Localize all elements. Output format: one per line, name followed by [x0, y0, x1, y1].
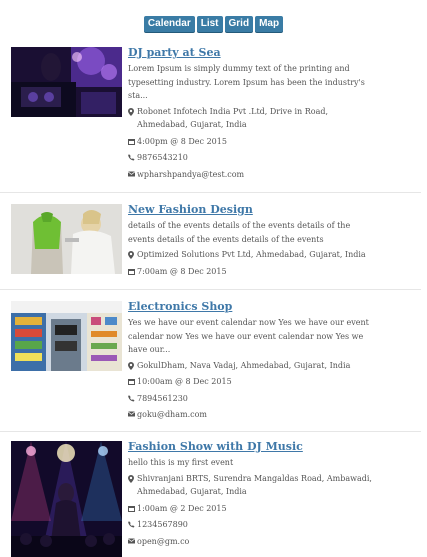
- event-title[interactable]: New Fashion Design: [128, 202, 378, 217]
- tab-map[interactable]: Map: [255, 16, 284, 32]
- event-info: DJ party at Sea Lorem Ipsum is simply du…: [128, 45, 378, 184]
- event-title[interactable]: Electronics Shop: [128, 299, 378, 314]
- calendar-icon: [128, 375, 135, 385]
- calendar-icon: [128, 502, 135, 512]
- event-thumbnail[interactable]: [11, 204, 122, 274]
- event-phone: 7894561230: [137, 393, 188, 403]
- phone-icon: [128, 518, 135, 528]
- calendar-icon: [128, 135, 135, 145]
- event-address-row: Robonet Infotech India Pvt .Ltd, Drive i…: [128, 105, 378, 132]
- event-email[interactable]: goku@dham.com: [137, 408, 207, 422]
- event-info: New Fashion Design details of the events…: [128, 202, 378, 281]
- tab-list[interactable]: List: [196, 16, 223, 32]
- event-description: hello this is my first event: [128, 458, 234, 467]
- event-datetime-row: 7:00am @ 8 Dec 2015: [128, 265, 378, 279]
- event-address: Shivranjani BRTS, Surendra Mangaldas Roa…: [137, 473, 372, 497]
- event-title[interactable]: Fashion Show with DJ Music: [128, 439, 378, 454]
- phone-icon: [128, 151, 135, 161]
- envelope-icon: [128, 168, 135, 177]
- calendar-icon: [128, 265, 135, 275]
- tab-grid[interactable]: Grid: [224, 16, 254, 32]
- event-email-row: wpharshpandya@test.com: [128, 168, 378, 182]
- event-phone: 1234567890: [137, 520, 188, 529]
- event-email[interactable]: open@gm.co: [137, 535, 189, 549]
- event-info: Fashion Show with DJ Music hello this is…: [128, 439, 378, 551]
- event-phone-row: 7894561230: [128, 392, 378, 406]
- electronics-shop-photo: [11, 301, 122, 371]
- event-datetime: 4:00pm @ 8 Dec 2015: [137, 136, 227, 146]
- divider: [0, 289, 421, 290]
- map-marker-icon: [128, 248, 135, 259]
- divider: [0, 192, 421, 193]
- view-tabs: Calendar List Grid Map: [0, 16, 427, 32]
- event-datetime-row: 1:00am @ 2 Dec 2015: [128, 502, 378, 516]
- event-email-row: open@gm.co: [128, 535, 378, 549]
- fashion-design-photo: [11, 204, 122, 274]
- phone-icon: [128, 392, 135, 402]
- event-address-row: Optimized Solutions Pvt Ltd, Ahmedabad, …: [128, 248, 378, 262]
- event-info: Electronics Shop Yes we have our event c…: [128, 299, 378, 425]
- event-description: details of the events details of the eve…: [128, 221, 351, 244]
- event-description: Lorem Ipsum is simply dummy text of the …: [128, 64, 365, 100]
- event-address: Optimized Solutions Pvt Ltd, Ahmedabad, …: [137, 250, 366, 259]
- event-title[interactable]: DJ party at Sea: [128, 45, 378, 60]
- event-address-row: Shivranjani BRTS, Surendra Mangaldas Roa…: [128, 472, 378, 499]
- event-datetime-row: 10:00am @ 8 Dec 2015: [128, 375, 378, 389]
- event-datetime: 1:00am @ 2 Dec 2015: [137, 503, 227, 513]
- event-datetime: 10:00am @ 8 Dec 2015: [137, 377, 232, 386]
- party-photo: [11, 47, 122, 117]
- map-marker-icon: [128, 472, 135, 483]
- event-phone-row: 9876543210: [128, 151, 378, 165]
- event-thumbnail[interactable]: [11, 441, 122, 557]
- event-thumbnail[interactable]: [11, 301, 122, 371]
- event-address-row: GokulDham, Nava Vadaj, Ahmedabad, Gujara…: [128, 359, 378, 373]
- map-marker-icon: [128, 105, 135, 116]
- divider: [0, 431, 421, 432]
- event-phone-row: 1234567890: [128, 518, 378, 532]
- tab-calendar[interactable]: Calendar: [143, 16, 195, 32]
- event-datetime-row: 4:00pm @ 8 Dec 2015: [128, 135, 378, 149]
- event-phone: 9876543210: [137, 153, 188, 162]
- event-description: Yes we have our event calendar now Yes w…: [128, 318, 369, 354]
- fashion-show-photo: [11, 441, 122, 557]
- event-address: GokulDham, Nava Vadaj, Ahmedabad, Gujara…: [137, 360, 351, 370]
- event-datetime: 7:00am @ 8 Dec 2015: [137, 266, 227, 276]
- event-email-row: goku@dham.com: [128, 408, 378, 422]
- envelope-icon: [128, 535, 135, 544]
- event-thumbnail[interactable]: [11, 47, 122, 117]
- event-address: Robonet Infotech India Pvt .Ltd, Drive i…: [137, 106, 328, 130]
- envelope-icon: [128, 408, 135, 417]
- map-marker-icon: [128, 359, 135, 370]
- event-email[interactable]: wpharshpandya@test.com: [137, 168, 244, 182]
